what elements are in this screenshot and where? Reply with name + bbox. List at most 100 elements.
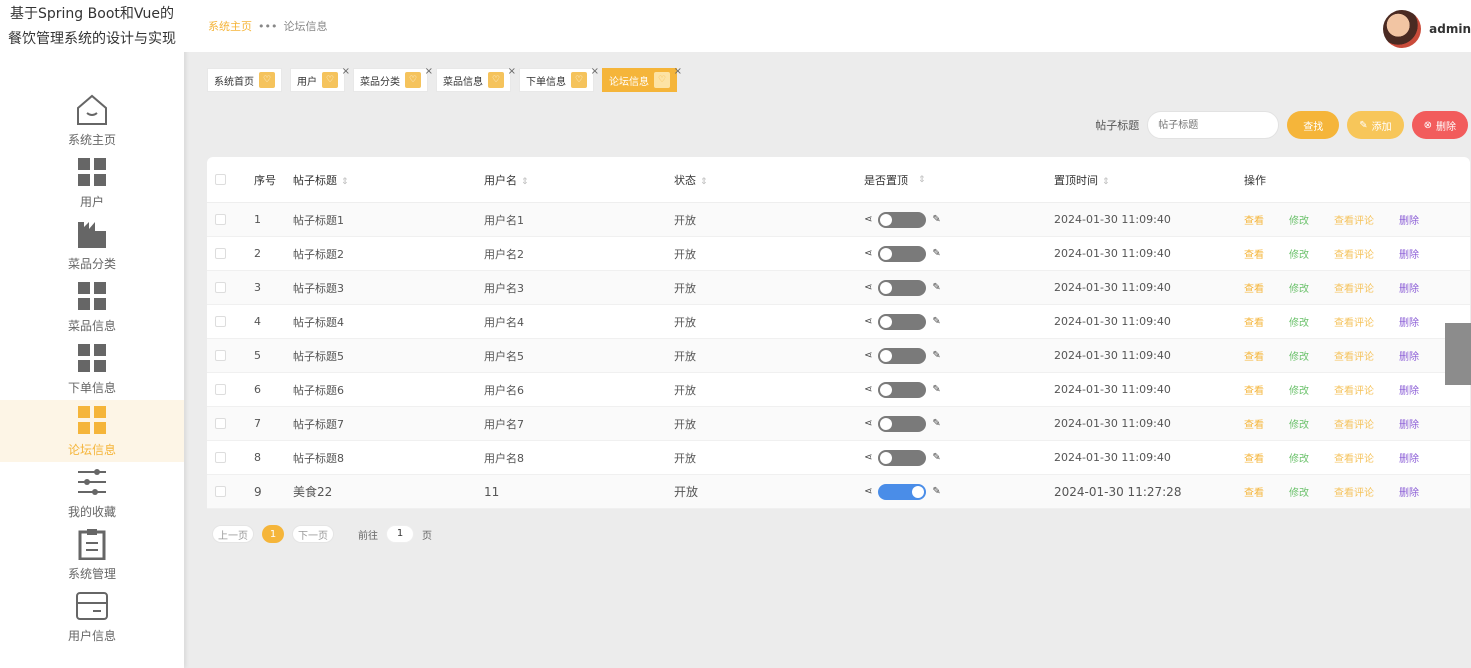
view-comments-button[interactable]: 查看评论	[1334, 416, 1399, 431]
share-icon[interactable]: ⋖	[864, 350, 872, 361]
view-comments-button[interactable]: 查看评论	[1334, 450, 1399, 465]
top-toggle[interactable]	[878, 415, 927, 432]
share-icon[interactable]: ⋖	[864, 282, 872, 293]
delete-row-button[interactable]: 删除	[1399, 348, 1444, 363]
row-checkbox[interactable]	[215, 418, 226, 429]
goto-input[interactable]: 1	[386, 525, 414, 543]
close-icon[interactable]: ×	[591, 66, 599, 77]
edit-icon[interactable]: ✎	[932, 384, 940, 395]
tag-home[interactable]: 系统首页 ♡	[207, 68, 282, 92]
edit-button[interactable]: 修改	[1289, 348, 1334, 363]
sidebar-item-dish-category[interactable]: 菜品分类	[0, 214, 184, 276]
tag-dish-info[interactable]: 菜品信息 ♡ ×	[436, 66, 516, 92]
row-checkbox[interactable]	[215, 486, 226, 497]
edit-button[interactable]: 修改	[1289, 280, 1334, 295]
view-button[interactable]: 查看	[1244, 416, 1289, 431]
edit-icon[interactable]: ✎	[932, 282, 940, 293]
tag-orders[interactable]: 下单信息 ♡ ×	[519, 66, 599, 92]
edit-button[interactable]: 修改	[1289, 450, 1334, 465]
add-button[interactable]: ✎ 添加	[1347, 111, 1404, 139]
delete-button[interactable]: ⊗ 删除	[1411, 111, 1468, 139]
view-button[interactable]: 查看	[1244, 450, 1289, 465]
top-toggle[interactable]	[878, 483, 927, 500]
edit-button[interactable]: 修改	[1289, 314, 1334, 329]
delete-row-button[interactable]: 删除	[1399, 314, 1444, 329]
share-icon[interactable]: ⋖	[864, 214, 872, 225]
delete-row-button[interactable]: 删除	[1399, 416, 1444, 431]
view-comments-button[interactable]: 查看评论	[1334, 382, 1399, 397]
user-name[interactable]: admin	[1429, 22, 1471, 36]
row-checkbox[interactable]	[215, 452, 226, 463]
view-button[interactable]: 查看	[1244, 246, 1289, 261]
delete-row-button[interactable]: 删除	[1399, 246, 1444, 261]
share-icon[interactable]: ⋖	[864, 486, 872, 497]
edit-icon[interactable]: ✎	[932, 316, 940, 327]
top-toggle[interactable]	[878, 279, 927, 296]
delete-row-button[interactable]: 删除	[1399, 450, 1444, 465]
prev-page-button[interactable]: 上一页	[212, 525, 254, 543]
edit-icon[interactable]: ✎	[932, 214, 940, 225]
avatar[interactable]	[1383, 10, 1422, 48]
breadcrumb-home[interactable]: 系统主页	[208, 18, 252, 34]
delete-row-button[interactable]: 删除	[1399, 280, 1444, 295]
view-comments-button[interactable]: 查看评论	[1334, 314, 1399, 329]
share-icon[interactable]: ⋖	[864, 248, 872, 259]
top-toggle[interactable]	[878, 381, 927, 398]
top-toggle[interactable]	[878, 313, 927, 330]
edit-icon[interactable]: ✎	[932, 350, 940, 361]
view-comments-button[interactable]: 查看评论	[1334, 484, 1399, 499]
view-comments-button[interactable]: 查看评论	[1334, 280, 1399, 295]
tag-dish-category[interactable]: 菜品分类 ♡ ×	[353, 66, 433, 92]
view-button[interactable]: 查看	[1244, 484, 1289, 499]
delete-row-button[interactable]: 删除	[1399, 484, 1444, 499]
edit-icon[interactable]: ✎	[932, 486, 940, 497]
row-checkbox[interactable]	[215, 384, 226, 395]
row-checkbox[interactable]	[215, 282, 226, 293]
sidebar-item-favorites[interactable]: 我的收藏	[0, 462, 184, 524]
edit-icon[interactable]: ✎	[932, 418, 940, 429]
top-toggle[interactable]	[878, 211, 927, 228]
close-icon[interactable]: ×	[674, 66, 682, 77]
sidebar-item-home[interactable]: 系统主页	[0, 90, 184, 152]
sidebar-item-dish-info[interactable]: 菜品信息	[0, 276, 184, 338]
view-button[interactable]: 查看	[1244, 314, 1289, 329]
header-status[interactable]: 状态 ⇕	[674, 172, 708, 188]
top-toggle[interactable]	[878, 449, 927, 466]
edit-button[interactable]: 修改	[1289, 382, 1334, 397]
share-icon[interactable]: ⋖	[864, 452, 872, 463]
search-input[interactable]	[1147, 111, 1280, 139]
edit-button[interactable]: 修改	[1289, 246, 1334, 261]
edit-button[interactable]: 修改	[1289, 212, 1334, 227]
search-button[interactable]: 查找	[1287, 111, 1340, 139]
sidebar-item-system[interactable]: 系统管理	[0, 524, 184, 586]
next-page-button[interactable]: 下一页	[292, 525, 334, 543]
top-toggle[interactable]	[878, 347, 927, 364]
row-checkbox[interactable]	[215, 214, 226, 225]
edit-button[interactable]: 修改	[1289, 416, 1334, 431]
delete-row-button[interactable]: 删除	[1399, 212, 1444, 227]
side-drawer-handle[interactable]	[1445, 323, 1471, 385]
share-icon[interactable]: ⋖	[864, 316, 872, 327]
sidebar-item-users[interactable]: 用户	[0, 152, 184, 214]
share-icon[interactable]: ⋖	[864, 384, 872, 395]
row-checkbox[interactable]	[215, 248, 226, 259]
header-time[interactable]: 置顶时间 ⇕	[1054, 172, 1110, 188]
header-title[interactable]: 帖子标题 ⇕	[293, 172, 349, 188]
user-area[interactable]: admin	[1383, 10, 1471, 48]
view-button[interactable]: 查看	[1244, 212, 1289, 227]
view-comments-button[interactable]: 查看评论	[1334, 246, 1399, 261]
header-top[interactable]: 是否置顶 ⇕	[864, 172, 926, 188]
view-button[interactable]: 查看	[1244, 382, 1289, 397]
top-toggle[interactable]	[878, 245, 927, 262]
page-number[interactable]: 1	[262, 525, 284, 543]
sidebar-item-userinfo[interactable]: 用户信息	[0, 586, 184, 648]
header-user[interactable]: 用户名 ⇕	[484, 172, 529, 188]
sidebar-item-orders[interactable]: 下单信息	[0, 338, 184, 400]
edit-button[interactable]: 修改	[1289, 484, 1334, 499]
close-icon[interactable]: ×	[508, 66, 516, 77]
close-icon[interactable]: ×	[342, 66, 350, 77]
view-comments-button[interactable]: 查看评论	[1334, 348, 1399, 363]
row-checkbox[interactable]	[215, 316, 226, 327]
tag-users[interactable]: 用户 ♡ ×	[290, 66, 350, 92]
delete-row-button[interactable]: 删除	[1399, 382, 1444, 397]
